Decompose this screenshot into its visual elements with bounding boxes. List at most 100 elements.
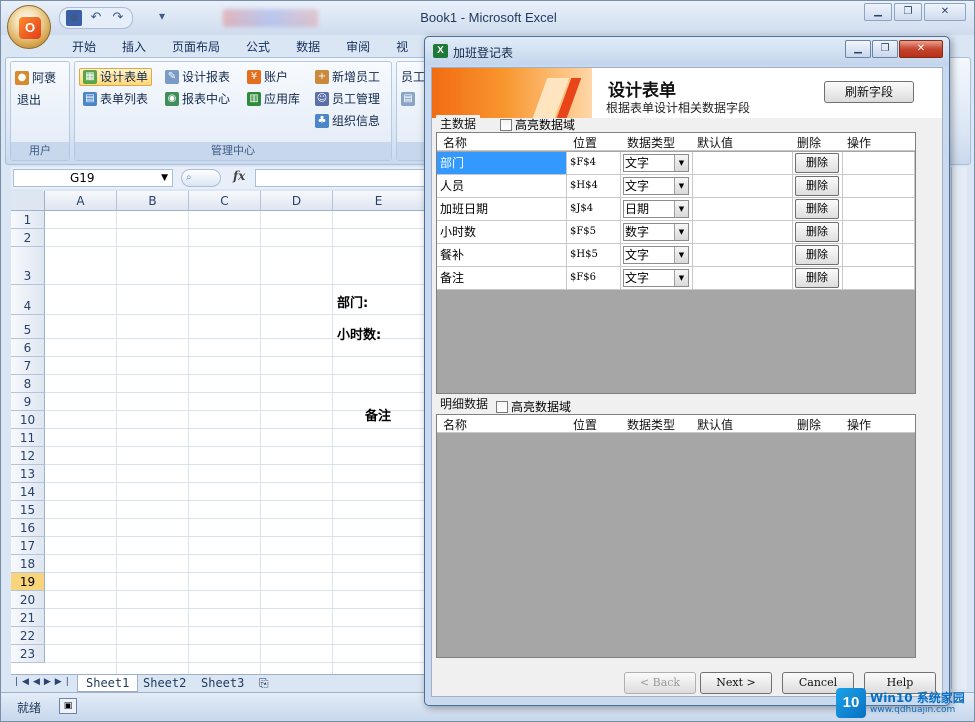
action-cell[interactable] xyxy=(843,152,915,174)
main-grid-row[interactable]: 小时数 $F$5 数字 ▼ 删除 xyxy=(437,221,915,244)
checkbox-box[interactable] xyxy=(496,400,508,413)
field-position-cell[interactable]: $F$4 xyxy=(567,152,621,174)
design-form-button[interactable]: ▦ 设计表单 xyxy=(79,68,153,86)
default-value-cell[interactable] xyxy=(693,198,793,220)
tab-view[interactable]: 视 xyxy=(383,37,421,57)
chevron-down-icon[interactable]: ▼ xyxy=(674,201,688,217)
tab-review[interactable]: 审阅 xyxy=(333,37,383,57)
default-value-cell[interactable] xyxy=(693,244,793,266)
main-grid-row[interactable]: 部门 $F$4 文字 ▼ 删除 xyxy=(437,152,915,175)
col-action[interactable]: 操作 xyxy=(847,134,871,151)
next-button[interactable]: Next > xyxy=(700,672,772,694)
row-header-3[interactable]: 3 xyxy=(11,247,45,285)
row-header-22[interactable]: 22 xyxy=(11,627,45,645)
row-header-12[interactable]: 12 xyxy=(11,447,45,465)
row-header-14[interactable]: 14 xyxy=(11,483,45,501)
insert-sheet-icon[interactable]: ⎘ xyxy=(251,675,277,692)
office-button[interactable]: O xyxy=(7,5,51,49)
col-name[interactable]: 名称 xyxy=(443,134,467,151)
logout-button[interactable]: 退出 xyxy=(17,91,41,109)
row-header-7[interactable]: 7 xyxy=(11,357,45,375)
macro-record-icon[interactable]: ▣ xyxy=(59,698,77,714)
field-position-cell[interactable]: $H$4 xyxy=(567,175,621,197)
extra-list-button[interactable]: ▤ xyxy=(401,90,415,108)
col-default[interactable]: 默认值 xyxy=(697,134,733,151)
main-grid-row[interactable]: 餐补 $H$5 文字 ▼ 删除 xyxy=(437,244,915,267)
row-header-2[interactable]: 2 xyxy=(11,229,45,247)
formula-input[interactable] xyxy=(255,169,431,187)
row-header-10[interactable]: 10 xyxy=(11,411,45,429)
main-grid-row[interactable]: 加班日期 $J$4 日期 ▼ 删除 xyxy=(437,198,915,221)
tab-insert[interactable]: 插入 xyxy=(109,37,159,57)
chevron-down-icon[interactable]: ▼ xyxy=(674,155,688,171)
main-data-grid[interactable]: 名称 位置 数据类型 默认值 删除 操作 部门 $F$4 文字 ▼ 删除 人员 $H$4 文字… xyxy=(436,132,916,394)
back-button[interactable]: < Back xyxy=(624,672,696,694)
delete-row-button[interactable]: 删除 xyxy=(795,268,839,288)
vertical-scrollbar[interactable] xyxy=(951,167,967,689)
col-position[interactable]: 位置 xyxy=(573,134,597,151)
checkbox-box[interactable] xyxy=(500,118,512,131)
dialog-maximize-button[interactable]: ❐ xyxy=(872,40,898,58)
delete-row-button[interactable]: 删除 xyxy=(795,199,839,219)
sheet-tab-1[interactable]: Sheet1 xyxy=(77,675,139,692)
design-report-button[interactable]: ✎ 设计报表 xyxy=(165,68,230,86)
insert-function-icon[interactable]: fx xyxy=(233,169,245,183)
org-info-button[interactable]: ♣ 组织信息 xyxy=(315,112,380,130)
default-value-cell[interactable] xyxy=(693,152,793,174)
sheet-tab-2[interactable]: Sheet2 xyxy=(135,675,194,692)
row-header-9[interactable]: 9 xyxy=(11,393,45,411)
delete-row-button[interactable]: 删除 xyxy=(795,245,839,265)
column-header-c[interactable]: C xyxy=(189,191,261,211)
form-list-button[interactable]: ▤ 表单列表 xyxy=(83,90,148,108)
column-header-b[interactable]: B xyxy=(117,191,189,211)
field-name-cell[interactable]: 餐补 xyxy=(437,244,567,266)
default-value-cell[interactable] xyxy=(693,267,793,289)
main-grid-row[interactable]: 备注 $F$6 文字 ▼ 删除 xyxy=(437,267,915,290)
default-value-cell[interactable] xyxy=(693,221,793,243)
field-position-cell[interactable]: $J$4 xyxy=(567,198,621,220)
row-header-23[interactable]: 23 xyxy=(11,645,45,663)
row-header-16[interactable]: 16 xyxy=(11,519,45,537)
user-button[interactable]: ● 阿褒 xyxy=(15,69,56,87)
row-header-5[interactable]: 5 xyxy=(11,315,45,339)
col-name[interactable]: 名称 xyxy=(443,416,467,433)
detail-highlight-checkbox[interactable]: 高亮数据域 xyxy=(496,398,571,415)
row-header-15[interactable]: 15 xyxy=(11,501,45,519)
data-type-select[interactable]: 日期 ▼ xyxy=(623,200,689,218)
column-header-e[interactable]: E xyxy=(333,191,425,211)
sheet-nav-icon[interactable]: |◀◀▶▶| xyxy=(15,677,73,687)
delete-row-button[interactable]: 删除 xyxy=(795,153,839,173)
field-name-cell[interactable]: 加班日期 xyxy=(437,198,567,220)
action-cell[interactable] xyxy=(843,198,915,220)
field-name-cell[interactable]: 备注 xyxy=(437,267,567,289)
report-center-button[interactable]: ◉ 报表中心 xyxy=(165,90,230,108)
chevron-down-icon[interactable]: ▼ xyxy=(674,224,688,240)
data-type-select[interactable]: 文字 ▼ xyxy=(623,269,689,287)
action-cell[interactable] xyxy=(843,244,915,266)
account-button[interactable]: ¥ 账户 xyxy=(247,68,288,86)
maximize-button[interactable]: ❐ xyxy=(894,3,922,21)
field-name-cell[interactable]: 小时数 xyxy=(437,221,567,243)
sheet-tab-3[interactable]: Sheet3 xyxy=(193,675,252,692)
chevron-down-icon[interactable]: ▼ xyxy=(674,247,688,263)
app-library-button[interactable]: ▥ 应用库 xyxy=(247,90,300,108)
data-type-select[interactable]: 数字 ▼ xyxy=(623,223,689,241)
field-position-cell[interactable]: $H$5 xyxy=(567,244,621,266)
main-grid-row[interactable]: 人员 $H$4 文字 ▼ 删除 xyxy=(437,175,915,198)
row-header-8[interactable]: 8 xyxy=(11,375,45,393)
select-all-corner[interactable] xyxy=(11,191,45,211)
chevron-down-icon[interactable]: ▼ xyxy=(674,270,688,286)
col-action[interactable]: 操作 xyxy=(847,416,871,433)
row-header-19[interactable]: 19 xyxy=(11,573,45,591)
col-data-type[interactable]: 数据类型 xyxy=(627,134,675,151)
minimize-button[interactable]: ▁ xyxy=(864,3,892,21)
worksheet-grid[interactable]: A B C D E 1 2 3 4 5 6 7 8 9 10 11 12 13 14 15 16 17 18 19 20 21 22… xyxy=(11,191,425,674)
row-header-4[interactable]: 4 xyxy=(11,285,45,315)
delete-row-button[interactable]: 删除 xyxy=(795,176,839,196)
row-header-6[interactable]: 6 xyxy=(11,339,45,357)
col-delete[interactable]: 删除 xyxy=(797,416,821,433)
column-header-a[interactable]: A xyxy=(45,191,117,211)
data-type-select[interactable]: 文字 ▼ xyxy=(623,154,689,172)
action-cell[interactable] xyxy=(843,221,915,243)
delete-row-button[interactable]: 删除 xyxy=(795,222,839,242)
